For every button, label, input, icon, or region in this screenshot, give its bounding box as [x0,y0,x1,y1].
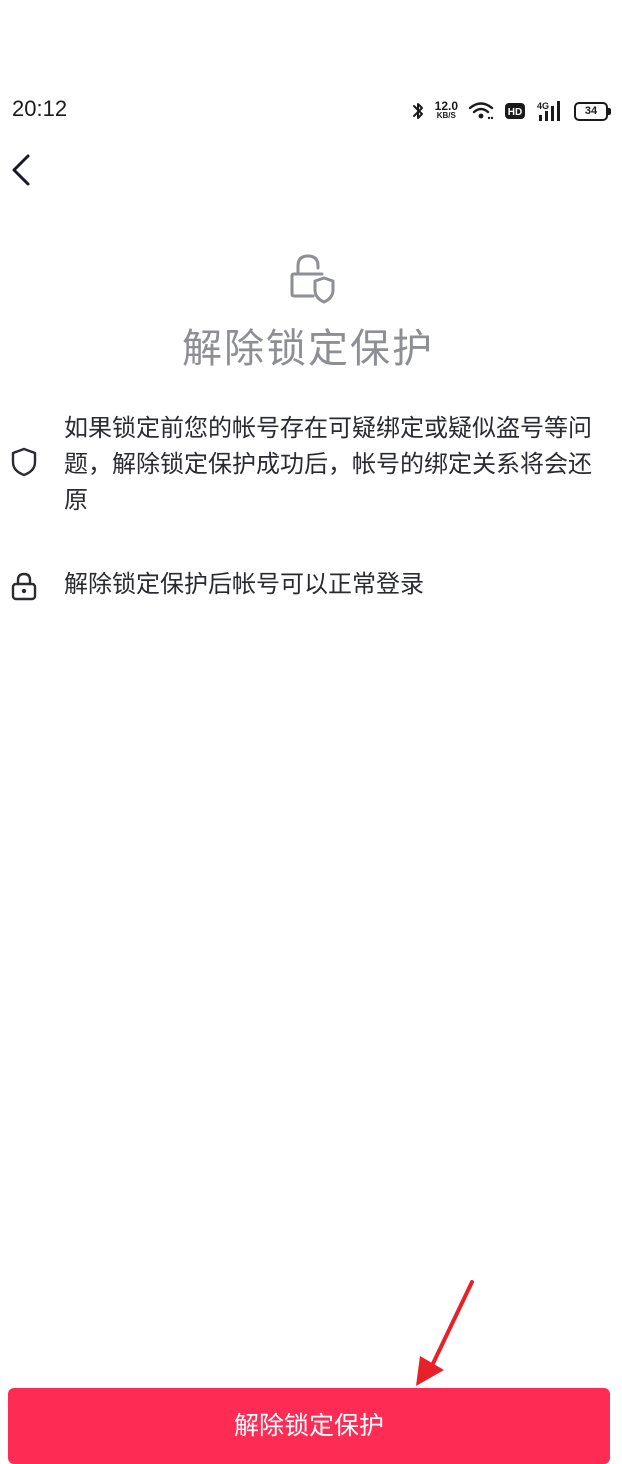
cellular-signal-icon: 4G [537,101,560,121]
status-bar: 20:12 12.0 KB/S HD 4G 34 [0,92,622,130]
bluetooth-icon [412,103,423,119]
status-time: 20:12 [12,96,68,121]
hd-label: HD [508,107,522,118]
lock-icon [11,572,37,601]
network-speed: 12.0 KB/S [434,99,458,121]
back-button[interactable] [6,150,40,190]
network-type: 4G [537,101,549,111]
wifi-icon [468,102,494,120]
chevron-left-icon [12,154,30,186]
network-speed-value: 12.0 [434,99,458,113]
page-title: 解除锁定保护 [182,326,434,372]
battery-icon: 34 [574,101,611,121]
lock-shield-icon [290,254,335,304]
info-item-text: 解除锁定保护后帐号可以正常登录 [64,570,424,598]
annotation-arrow-icon [416,1280,474,1386]
network-speed-unit: KB/S [436,111,456,120]
info-item-text: 如果锁定前您的帐号存在可疑绑定或疑似盗号等问题，解除锁定保护成功后，帐号的绑定关… [64,414,592,514]
hd-icon: HD [505,103,525,119]
status-icons: 12.0 KB/S HD 4G 34 [411,98,611,124]
shield-icon [11,447,37,477]
